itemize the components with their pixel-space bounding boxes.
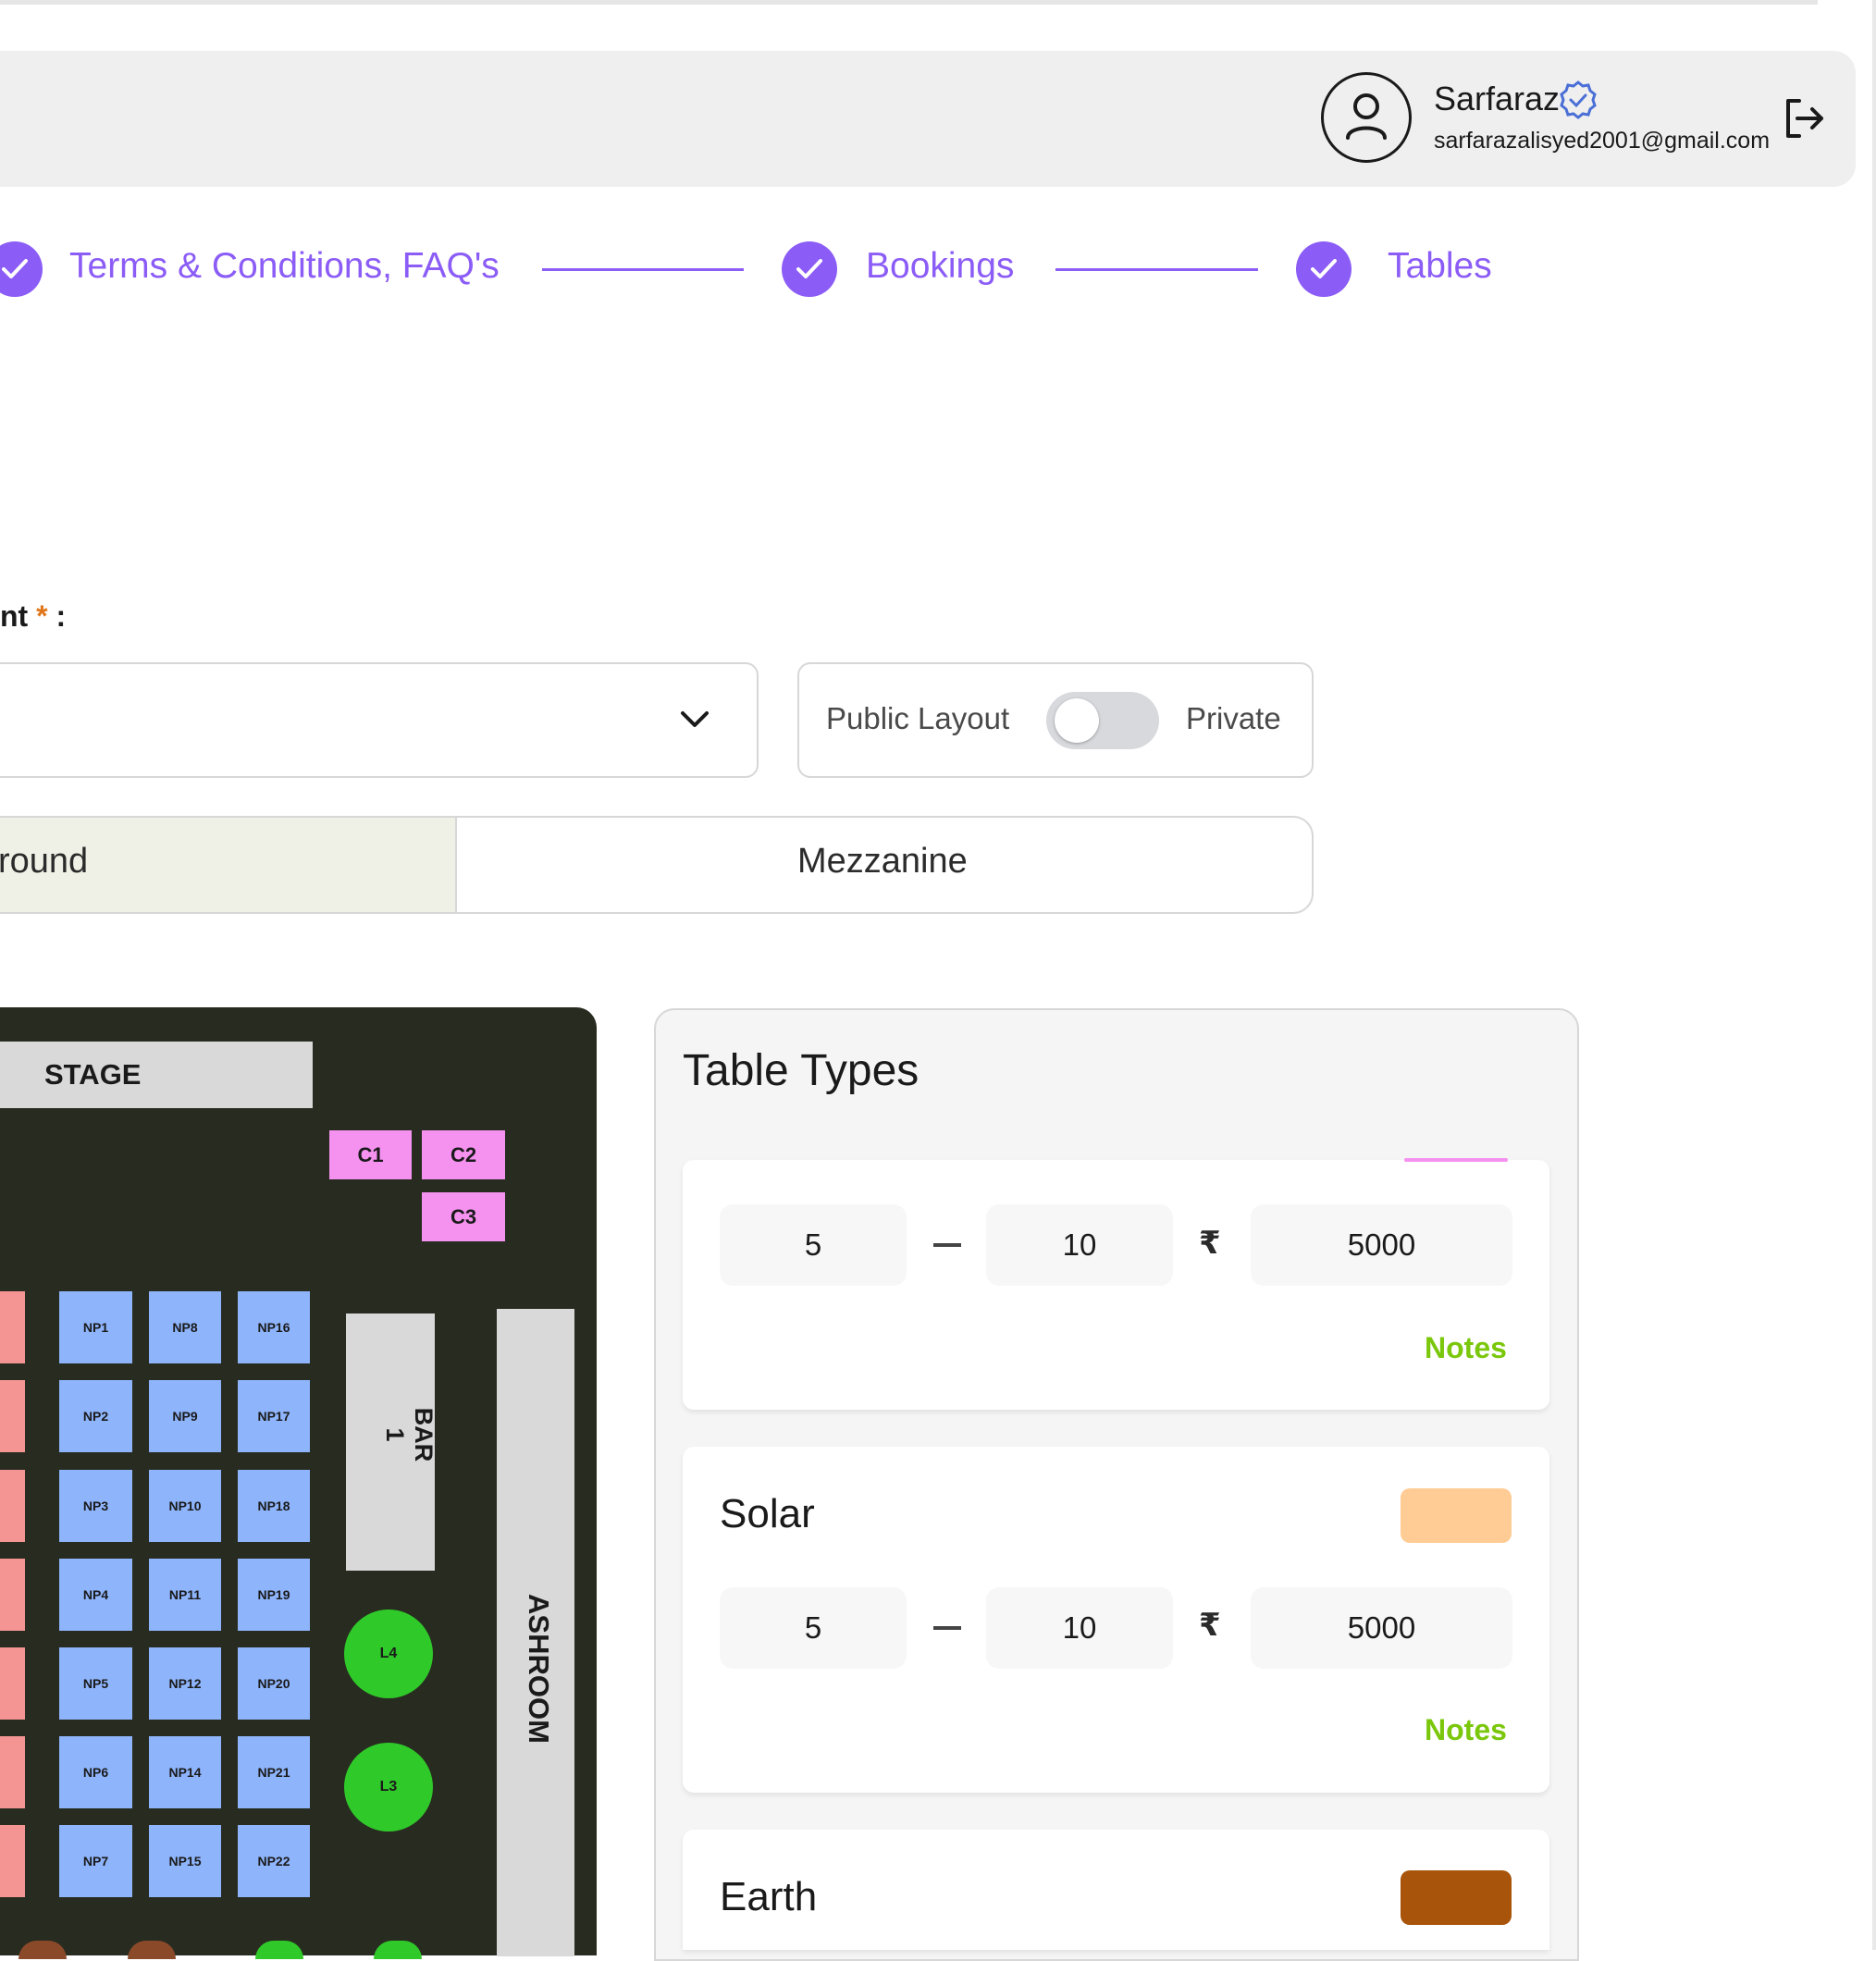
- table-partial[interactable]: [0, 1470, 25, 1542]
- table-partial[interactable]: [0, 1647, 25, 1720]
- notes-link[interactable]: Notes: [1425, 1331, 1507, 1365]
- required-mark: *: [36, 599, 48, 633]
- range-dash: [933, 1243, 961, 1247]
- table-np20[interactable]: NP20: [238, 1647, 310, 1720]
- washroom-label: ASHROOM: [523, 1594, 555, 1744]
- min-guests-input[interactable]: 5: [720, 1587, 907, 1669]
- table-np1[interactable]: NP1: [59, 1291, 132, 1363]
- step-check-icon: [1296, 241, 1351, 297]
- window-top-border: [0, 0, 1818, 5]
- step-terms-faq[interactable]: Terms & Conditions, FAQ's: [69, 246, 500, 287]
- max-guests-input[interactable]: 10: [986, 1204, 1173, 1286]
- field-label-colon: :: [56, 599, 67, 633]
- color-swatch[interactable]: [1401, 1488, 1512, 1543]
- table-partial[interactable]: [0, 1380, 25, 1452]
- color-swatch[interactable]: [1401, 1870, 1512, 1925]
- rupee-icon: ₹: [1199, 1226, 1221, 1261]
- private-label: Private: [1186, 701, 1281, 735]
- table-np2[interactable]: NP2: [59, 1380, 132, 1452]
- logout-icon[interactable]: [1781, 95, 1827, 142]
- table-c2[interactable]: C2: [422, 1130, 505, 1179]
- table-np17[interactable]: NP17: [238, 1380, 310, 1452]
- floor-tabs: [0, 816, 1314, 914]
- window-right-border: [1872, 0, 1876, 1950]
- table-np18[interactable]: NP18: [238, 1470, 310, 1542]
- table-np11[interactable]: NP11: [149, 1559, 221, 1631]
- user-icon: [1346, 93, 1387, 140]
- table-np21[interactable]: NP21: [238, 1736, 310, 1808]
- table-np4[interactable]: NP4: [59, 1559, 132, 1631]
- table-partial[interactable]: [0, 1825, 25, 1897]
- tab-ground-label[interactable]: round: [0, 842, 88, 882]
- table-type-name: Solar: [720, 1491, 815, 1536]
- notes-link[interactable]: Notes: [1425, 1713, 1507, 1747]
- price-input[interactable]: 5000: [1251, 1204, 1512, 1286]
- table-np3[interactable]: NP3: [59, 1470, 132, 1542]
- table-np8[interactable]: NP8: [149, 1291, 221, 1363]
- table-np9[interactable]: NP9: [149, 1380, 221, 1452]
- table-type-name: Earth: [720, 1874, 818, 1919]
- table-np14[interactable]: NP14: [149, 1736, 221, 1808]
- step-connector: [1055, 268, 1258, 271]
- step-check-icon: [0, 241, 43, 297]
- table-np10[interactable]: NP10: [149, 1470, 221, 1542]
- table-np19[interactable]: NP19: [238, 1559, 310, 1631]
- user-name: Sarfaraz: [1434, 80, 1561, 117]
- user-avatar[interactable]: [1321, 72, 1412, 163]
- table-np12[interactable]: NP12: [149, 1647, 221, 1720]
- bar-label: BAR 1: [381, 1407, 438, 1462]
- table-l3[interactable]: L3: [344, 1743, 433, 1832]
- color-swatch[interactable]: [1404, 1158, 1508, 1162]
- verified-badge-icon: [1560, 80, 1597, 119]
- table-np5[interactable]: NP5: [59, 1647, 132, 1720]
- table-np6[interactable]: NP6: [59, 1736, 132, 1808]
- tab-mezzanine-label[interactable]: Mezzanine: [797, 842, 968, 882]
- table-c1[interactable]: C1: [329, 1130, 412, 1179]
- table-partial[interactable]: [0, 1291, 25, 1363]
- table-np15[interactable]: NP15: [149, 1825, 221, 1897]
- table-types-title: Table Types: [683, 1046, 919, 1095]
- public-layout-label: Public Layout: [826, 701, 1010, 735]
- field-label-text: nt: [0, 599, 29, 633]
- rupee-icon: ₹: [1199, 1608, 1221, 1643]
- min-guests-input[interactable]: 5: [720, 1204, 907, 1286]
- field-label: nt * :: [0, 599, 66, 634]
- table-np22[interactable]: NP22: [238, 1825, 310, 1897]
- table-partial[interactable]: [0, 1559, 25, 1631]
- table-partial[interactable]: [0, 1736, 25, 1808]
- table-np16[interactable]: NP16: [238, 1291, 310, 1363]
- step-connector: [542, 268, 744, 271]
- step-check-icon: [782, 241, 837, 297]
- range-dash: [933, 1626, 961, 1630]
- table-l4[interactable]: L4: [344, 1610, 433, 1698]
- step-bookings[interactable]: Bookings: [866, 246, 1014, 287]
- max-guests-input[interactable]: 10: [986, 1587, 1173, 1669]
- step-tables[interactable]: Tables: [1388, 246, 1492, 287]
- chevron-down-icon[interactable]: [679, 705, 710, 733]
- table-c3[interactable]: C3: [422, 1192, 505, 1241]
- stage-label: STAGE: [44, 1058, 142, 1091]
- layout-select[interactable]: [0, 662, 759, 778]
- user-email: sarfarazalisyed2001@gmail.com: [1434, 128, 1771, 154]
- toggle-knob[interactable]: [1055, 698, 1099, 743]
- price-input[interactable]: 5000: [1251, 1587, 1512, 1669]
- table-np7[interactable]: NP7: [59, 1825, 132, 1897]
